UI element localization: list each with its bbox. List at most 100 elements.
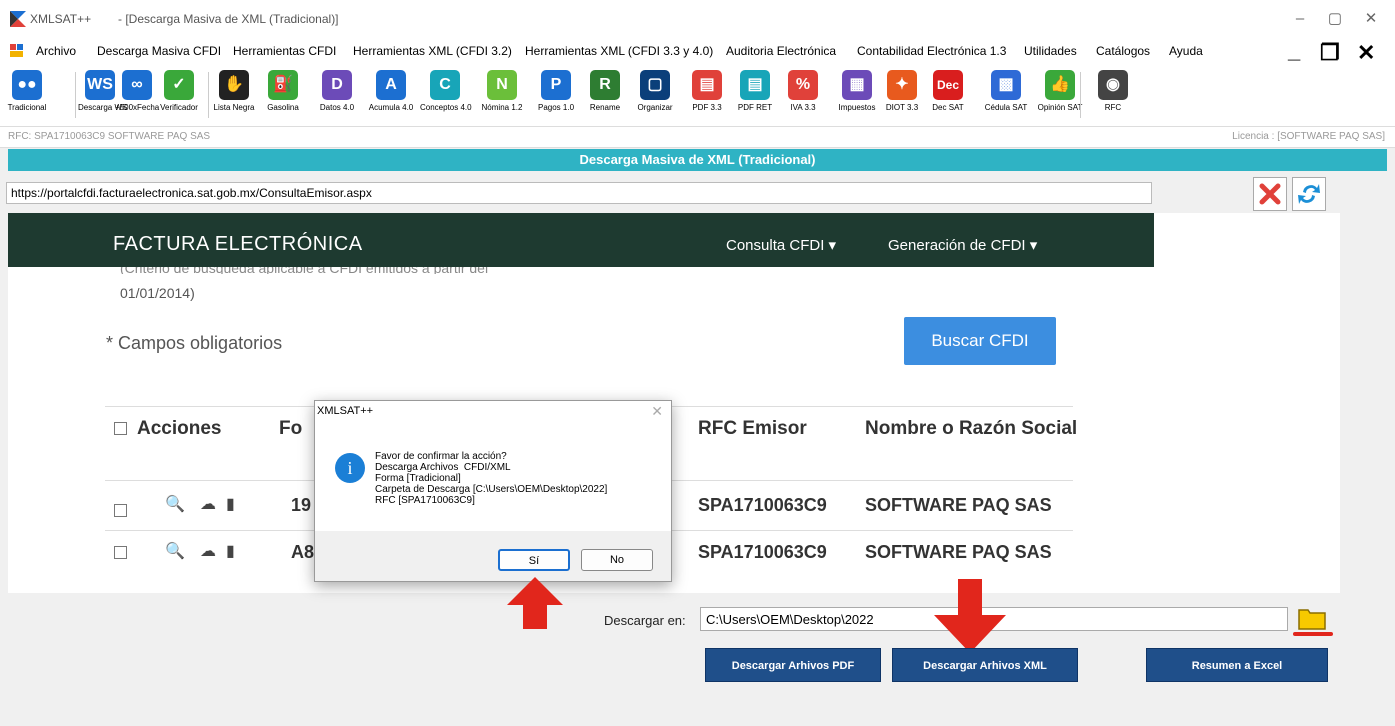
- stop-button[interactable]: [1253, 177, 1287, 211]
- buscar-cfdi-button[interactable]: Buscar CFDI: [904, 317, 1056, 365]
- toolbar-separator: [208, 72, 209, 118]
- web-brand: FACTURA ELECTRÓNICA: [113, 233, 363, 255]
- mdi-minimize-icon[interactable]: _: [1288, 38, 1300, 64]
- toolbar-btn-datos-4-0[interactable]: D Datos 4.0: [313, 70, 361, 122]
- menu-utilidades[interactable]: Utilidades: [1024, 44, 1077, 58]
- confirm-dialog: XMLSAT++ ✕ i Favor de confirmar la acció…: [314, 400, 672, 582]
- minimize-button[interactable]: –: [1285, 8, 1315, 30]
- toolbar-btn-verificador[interactable]: ✓ Verificador: [156, 70, 202, 122]
- zoom-icon[interactable]: 🔍: [165, 494, 185, 514]
- conceptos-4-0-icon: C: [430, 70, 460, 100]
- maximize-button[interactable]: ▢: [1320, 8, 1350, 30]
- toolbar-btn-pagos-1-0[interactable]: P Pagos 1.0: [533, 70, 579, 122]
- license-label: Licencia : [SOFTWARE PAQ SAS]: [1232, 131, 1385, 142]
- toolbar-label: Rename: [589, 103, 621, 112]
- toolbar-label: Acumula 4.0: [368, 103, 414, 112]
- toolbar-btn-rename[interactable]: R Rename: [583, 70, 627, 122]
- row-checkbox[interactable]: [114, 546, 127, 559]
- dialog-title: XMLSAT++: [317, 405, 374, 417]
- toolbar-btn-iva-3-3[interactable]: % IVA 3.3: [782, 70, 824, 122]
- nav-generacion-cfdi[interactable]: Generación de CFDI ▾: [888, 236, 1037, 254]
- toolbar-label: Nómina 1.2: [481, 103, 523, 112]
- close-window-button[interactable]: ✕: [1356, 8, 1386, 30]
- toolbar-btn-opini-n-sat[interactable]: 👍 Opinión SAT: [1036, 70, 1084, 122]
- menu-herramientas-xml-33[interactable]: Herramientas XML (CFDI 3.3 y 4.0): [525, 44, 713, 58]
- mdi-restore-icon[interactable]: ❐: [1320, 40, 1340, 66]
- toolbar-btn-tradicional[interactable]: ●● Tradicional: [6, 70, 48, 122]
- toolbar-label: Dec SAT: [932, 103, 964, 112]
- cloud-download-icon[interactable]: ☁: [200, 541, 216, 561]
- select-all-checkbox[interactable]: [114, 422, 127, 435]
- datos-4-0-icon: D: [322, 70, 352, 100]
- rfc-bar: RFC: SPA1710063C9 SOFTWARE PAQ SAS Licen…: [0, 127, 1395, 148]
- toolbar-btn-pdf-ret[interactable]: ▤ PDF RET: [733, 70, 777, 122]
- toolbar-btn-organizar[interactable]: ▢ Organizar: [633, 70, 677, 122]
- row-folio: 19: [291, 495, 312, 515]
- toolbar-label: Impuestos: [838, 103, 876, 112]
- menu-archivo[interactable]: Archivo: [36, 44, 76, 58]
- download-pdf-button[interactable]: Descargar Arhivos PDF: [705, 648, 881, 682]
- toolbar-btn-acumula-4-0[interactable]: A Acumula 4.0: [368, 70, 414, 122]
- toolbar-btn-rfc[interactable]: ◉ RFC: [1092, 70, 1134, 122]
- toolbar-btn-c-dula-sat[interactable]: ▩ Cédula SAT: [982, 70, 1030, 122]
- zoom-icon[interactable]: 🔍: [165, 541, 185, 561]
- cloud-download-icon[interactable]: ☁: [200, 494, 216, 514]
- descarga-ws-icon: WS: [85, 70, 115, 100]
- toolbar-label: Pagos 1.0: [537, 103, 575, 112]
- opini-n-sat-icon: 👍: [1045, 70, 1075, 100]
- window-title: - [Descarga Masiva de XML (Tradicional)]: [118, 12, 339, 26]
- web-navbar: FACTURA ELECTRÓNICA Consulta CFDI ▾ Gene…: [8, 213, 1154, 267]
- toolbar-btn-pdf-3-3[interactable]: ▤ PDF 3.3: [686, 70, 728, 122]
- rfc-icon: ◉: [1098, 70, 1128, 100]
- diot-3-3-icon: ✦: [887, 70, 917, 100]
- toolbar-separator: [1080, 72, 1081, 118]
- row-folio: A8: [291, 542, 315, 562]
- no-button[interactable]: No: [581, 549, 653, 571]
- menu-catalogos[interactable]: Catálogos: [1096, 44, 1150, 58]
- toolbar-btn-n-mina-1-2[interactable]: N Nómina 1.2: [478, 70, 526, 122]
- toolbar-label: Cédula SAT: [984, 103, 1028, 112]
- toolbar-label: Datos 4.0: [319, 103, 355, 112]
- c-dula-sat-icon: ▩: [991, 70, 1021, 100]
- pagos-1-0-icon: P: [541, 70, 571, 100]
- dec-sat-icon: Dec: [933, 70, 963, 100]
- red-x-icon: [1259, 183, 1281, 205]
- red-underline: [1293, 632, 1333, 636]
- row-checkbox[interactable]: [114, 504, 127, 517]
- excel-summary-button[interactable]: Resumen a Excel: [1146, 648, 1328, 682]
- nav-consulta-cfdi[interactable]: Consulta CFDI ▾: [726, 236, 836, 254]
- menu-ayuda[interactable]: Ayuda: [1169, 44, 1203, 58]
- toolbar-btn-diot-3-3[interactable]: ✦ DIOT 3.3: [883, 70, 921, 122]
- browse-folder-button[interactable]: [1296, 604, 1328, 632]
- toolbar-btn-dec-sat[interactable]: Dec Dec SAT: [927, 70, 969, 122]
- toolbar-btn-lista-negra[interactable]: ✋ Lista Negra: [210, 70, 258, 122]
- menu-herramientas-xml-32[interactable]: Herramientas XML (CFDI 3.2): [353, 44, 512, 58]
- toolbar-label: DIOT 3.3: [885, 103, 919, 112]
- lista-negra-icon: ✋: [219, 70, 249, 100]
- toolbar-btn-impuestos[interactable]: ▦ Impuestos: [834, 70, 880, 122]
- toolbar-btn--500xfecha[interactable]: ∞ +500xFecha: [115, 70, 159, 122]
- file-icon[interactable]: ▮: [226, 541, 235, 561]
- mdi-close-icon[interactable]: ✕: [1357, 40, 1375, 66]
- menu-herramientas-cfdi[interactable]: Herramientas CFDI: [233, 44, 336, 58]
- url-input[interactable]: [6, 182, 1152, 204]
- toolbar-btn-conceptos-4-0[interactable]: C Conceptos 4.0: [420, 70, 472, 122]
- yes-button[interactable]: Sí: [498, 549, 570, 571]
- toolbar-label: Tradicional: [7, 103, 47, 112]
- toolbar-label: Conceptos 4.0: [420, 103, 472, 112]
- toolbar-label: Verificador: [160, 103, 198, 112]
- toolbar-label: Organizar: [637, 103, 673, 112]
- refresh-button[interactable]: [1292, 177, 1326, 211]
- col-folio: Fo: [279, 418, 303, 439]
- file-icon[interactable]: ▮: [226, 494, 235, 514]
- menu-auditoria[interactable]: Auditoria Electrónica: [726, 44, 836, 58]
- section-header: Descarga Masiva de XML (Tradicional): [8, 149, 1387, 171]
- iva-3-3-icon: %: [788, 70, 818, 100]
- dialog-close-icon[interactable]: ✕: [651, 403, 663, 420]
- toolbar-label: PDF RET: [737, 103, 773, 112]
- download-xml-button[interactable]: Descargar Arhivos XML: [892, 648, 1078, 682]
- menu-contabilidad[interactable]: Contabilidad Electrónica 1.3: [857, 44, 1006, 58]
- toolbar-btn-gasolina[interactable]: ⛽ Gasolina: [262, 70, 304, 122]
- toolbar-label: IVA 3.3: [790, 103, 816, 112]
- menu-descarga-masiva[interactable]: Descarga Masiva CFDI: [97, 44, 221, 58]
